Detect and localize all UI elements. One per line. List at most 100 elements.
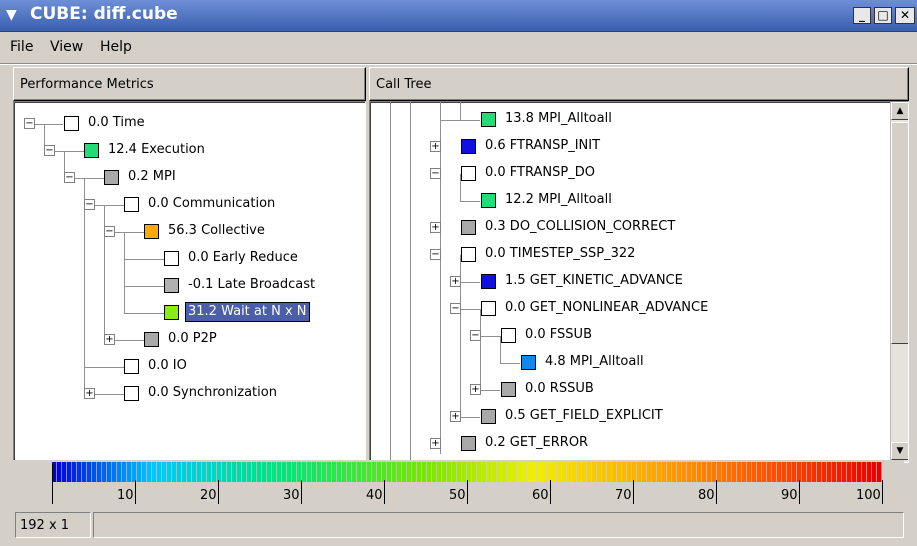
- calltree-node[interactable]: +0.5 GET_FIELD_EXPLICIT: [370, 405, 908, 427]
- minimize-button[interactable]: _: [853, 7, 871, 24]
- color-scale-segment: [822, 462, 827, 482]
- metric-node-label[interactable]: 0.0 IO: [146, 357, 189, 375]
- expand-icon[interactable]: +: [430, 438, 441, 449]
- color-scale-segment: [207, 462, 212, 482]
- calltree-node-label[interactable]: 0.3 DO_COLLISION_CORRECT: [483, 218, 677, 236]
- metric-node[interactable]: − 0.0 Time: [14, 112, 365, 134]
- calltree-node[interactable]: − 0.0 GET_NONLINEAR_ADVANCE: [370, 297, 908, 319]
- collapse-icon[interactable]: −: [64, 172, 75, 183]
- color-scale-segment: [427, 462, 432, 482]
- calltree-node[interactable]: − 0.0 TIMESTEP_SSP_322: [370, 243, 908, 265]
- calltree-node-label[interactable]: 0.0 GET_NONLINEAR_ADVANCE: [503, 299, 710, 317]
- metric-node[interactable]: -0.1 Late Broadcast: [14, 274, 365, 296]
- calltree-node[interactable]: 12.2 MPI_Alltoall: [370, 189, 908, 211]
- calltree-node-label[interactable]: 0.0 RSSUB: [523, 380, 596, 398]
- collapse-icon[interactable]: −: [84, 199, 95, 210]
- metric-node[interactable]: +0.0 P2P: [14, 328, 365, 350]
- menu-file[interactable]: File: [10, 39, 33, 55]
- metric-node[interactable]: +0.0 Synchronization: [14, 382, 365, 404]
- metric-node-label[interactable]: 56.3 Collective: [166, 222, 267, 240]
- window-menu-down-arrow-icon[interactable]: ▼: [6, 6, 24, 24]
- expand-icon[interactable]: +: [430, 222, 441, 233]
- color-scale-segment: [602, 462, 607, 482]
- metrics-panel-header[interactable]: Performance Metrics: [13, 67, 366, 101]
- color-scale-segment: [197, 462, 202, 482]
- scroll-down-arrow-icon[interactable]: ▼: [891, 442, 908, 460]
- color-scale-segment: [312, 462, 317, 482]
- color-scale-segment: [707, 462, 712, 482]
- metric-node-label[interactable]: 0.0 P2P: [166, 330, 219, 348]
- calltree-node[interactable]: +1.5 GET_KINETIC_ADVANCE: [370, 270, 908, 292]
- metric-node-label[interactable]: 0.0 Synchronization: [146, 384, 279, 402]
- metric-node[interactable]: 31.2 Wait at N x N: [14, 301, 365, 323]
- color-scale-segment: [402, 462, 407, 482]
- calltree-node[interactable]: +0.2 GET_ERROR: [370, 432, 908, 454]
- metric-node-label[interactable]: -0.1 Late Broadcast: [186, 276, 317, 294]
- calltree-node[interactable]: − 0.0 FTRANSP_DO: [370, 162, 908, 184]
- collapse-icon[interactable]: −: [104, 226, 115, 237]
- expand-icon[interactable]: +: [104, 334, 115, 345]
- calltree-node-label[interactable]: 0.0 FSSUB: [523, 326, 594, 344]
- metric-node-label[interactable]: 0.2 MPI: [126, 168, 178, 186]
- color-scale-segment: [757, 462, 762, 482]
- metrics-tree[interactable]: − 0.0 Time − 12.4 Execution − 0.2 MPI − 0.0 Com…: [13, 101, 366, 463]
- collapse-icon[interactable]: −: [470, 330, 481, 341]
- maximize-button[interactable]: □: [874, 7, 892, 24]
- collapse-icon[interactable]: −: [24, 118, 35, 129]
- calltree-node[interactable]: 4.8 MPI_Alltoall: [370, 351, 908, 373]
- calltree-panel-header[interactable]: Call Tree: [369, 67, 909, 101]
- close-button[interactable]: ✕: [895, 7, 915, 24]
- color-scale-segment: [67, 462, 72, 482]
- metric-node-label[interactable]: 0.0 Communication: [146, 195, 277, 213]
- calltree-node-label[interactable]: 0.0 TIMESTEP_SSP_322: [483, 245, 637, 263]
- call-tree[interactable]: 13.8 MPI_Alltoall +0.6 FTRANSP_INIT − 0.0 F…: [369, 101, 909, 463]
- calltree-node-label[interactable]: 4.8 MPI_Alltoall: [543, 353, 646, 371]
- scale-tick: [384, 480, 385, 504]
- color-scale-segment: [187, 462, 192, 482]
- expand-icon[interactable]: +: [84, 388, 95, 399]
- calltree-node-label[interactable]: 0.0 FTRANSP_DO: [483, 164, 597, 182]
- metric-node[interactable]: − 56.3 Collective: [14, 220, 365, 242]
- calltree-vertical-scrollbar[interactable]: ▲ ▼: [890, 102, 908, 462]
- color-scale-segment: [202, 462, 207, 482]
- bottom-edge: [0, 540, 917, 546]
- calltree-node-label[interactable]: 13.8 MPI_Alltoall: [503, 110, 614, 128]
- calltree-node[interactable]: +0.0 RSSUB: [370, 378, 908, 400]
- color-scale-segment: [827, 462, 832, 482]
- metric-node[interactable]: 0.0 Early Reduce: [14, 247, 365, 269]
- metric-node[interactable]: − 0.2 MPI: [14, 166, 365, 188]
- metric-node[interactable]: 0.0 IO: [14, 355, 365, 377]
- color-legend: 10 20 30 40 50 60 70 80 90 100: [12, 460, 904, 510]
- menu-help[interactable]: Help: [100, 39, 132, 55]
- color-scale-segment: [182, 462, 187, 482]
- expand-icon[interactable]: +: [470, 384, 481, 395]
- collapse-icon[interactable]: −: [430, 249, 441, 260]
- calltree-node-label[interactable]: 0.6 FTRANSP_INIT: [483, 137, 602, 155]
- menu-view[interactable]: View: [50, 39, 83, 55]
- metric-node-label[interactable]: 31.2 Wait at N x N: [185, 302, 310, 322]
- calltree-node[interactable]: − 0.0 FSSUB: [370, 324, 908, 346]
- metric-node-label[interactable]: 0.0 Time: [86, 114, 147, 132]
- calltree-node[interactable]: 13.8 MPI_Alltoall: [370, 108, 908, 130]
- collapse-icon[interactable]: −: [44, 145, 55, 156]
- expand-icon[interactable]: +: [450, 411, 461, 422]
- calltree-node[interactable]: +0.6 FTRANSP_INIT: [370, 135, 908, 157]
- color-scale-segment: [762, 462, 767, 482]
- collapse-icon[interactable]: −: [430, 168, 441, 179]
- calltree-node-label[interactable]: 1.5 GET_KINETIC_ADVANCE: [503, 272, 685, 290]
- metric-node-label[interactable]: 12.4 Execution: [106, 141, 207, 159]
- expand-icon[interactable]: +: [450, 276, 461, 287]
- expand-icon[interactable]: +: [430, 141, 441, 152]
- calltree-node-label[interactable]: 0.5 GET_FIELD_EXPLICIT: [503, 407, 665, 425]
- metric-node-label[interactable]: 0.0 Early Reduce: [186, 249, 300, 267]
- color-scale-segment: [692, 462, 697, 482]
- collapse-icon[interactable]: −: [450, 303, 461, 314]
- color-scale-segment: [792, 462, 797, 482]
- metric-node[interactable]: − 12.4 Execution: [14, 139, 365, 161]
- calltree-node-label[interactable]: 12.2 MPI_Alltoall: [503, 191, 614, 209]
- metric-node[interactable]: − 0.0 Communication: [14, 193, 365, 215]
- calltree-node[interactable]: +0.3 DO_COLLISION_CORRECT: [370, 216, 908, 238]
- calltree-node-label[interactable]: 0.2 GET_ERROR: [483, 434, 590, 452]
- scroll-up-arrow-icon[interactable]: ▲: [891, 102, 908, 120]
- scrollbar-thumb[interactable]: [891, 122, 908, 344]
